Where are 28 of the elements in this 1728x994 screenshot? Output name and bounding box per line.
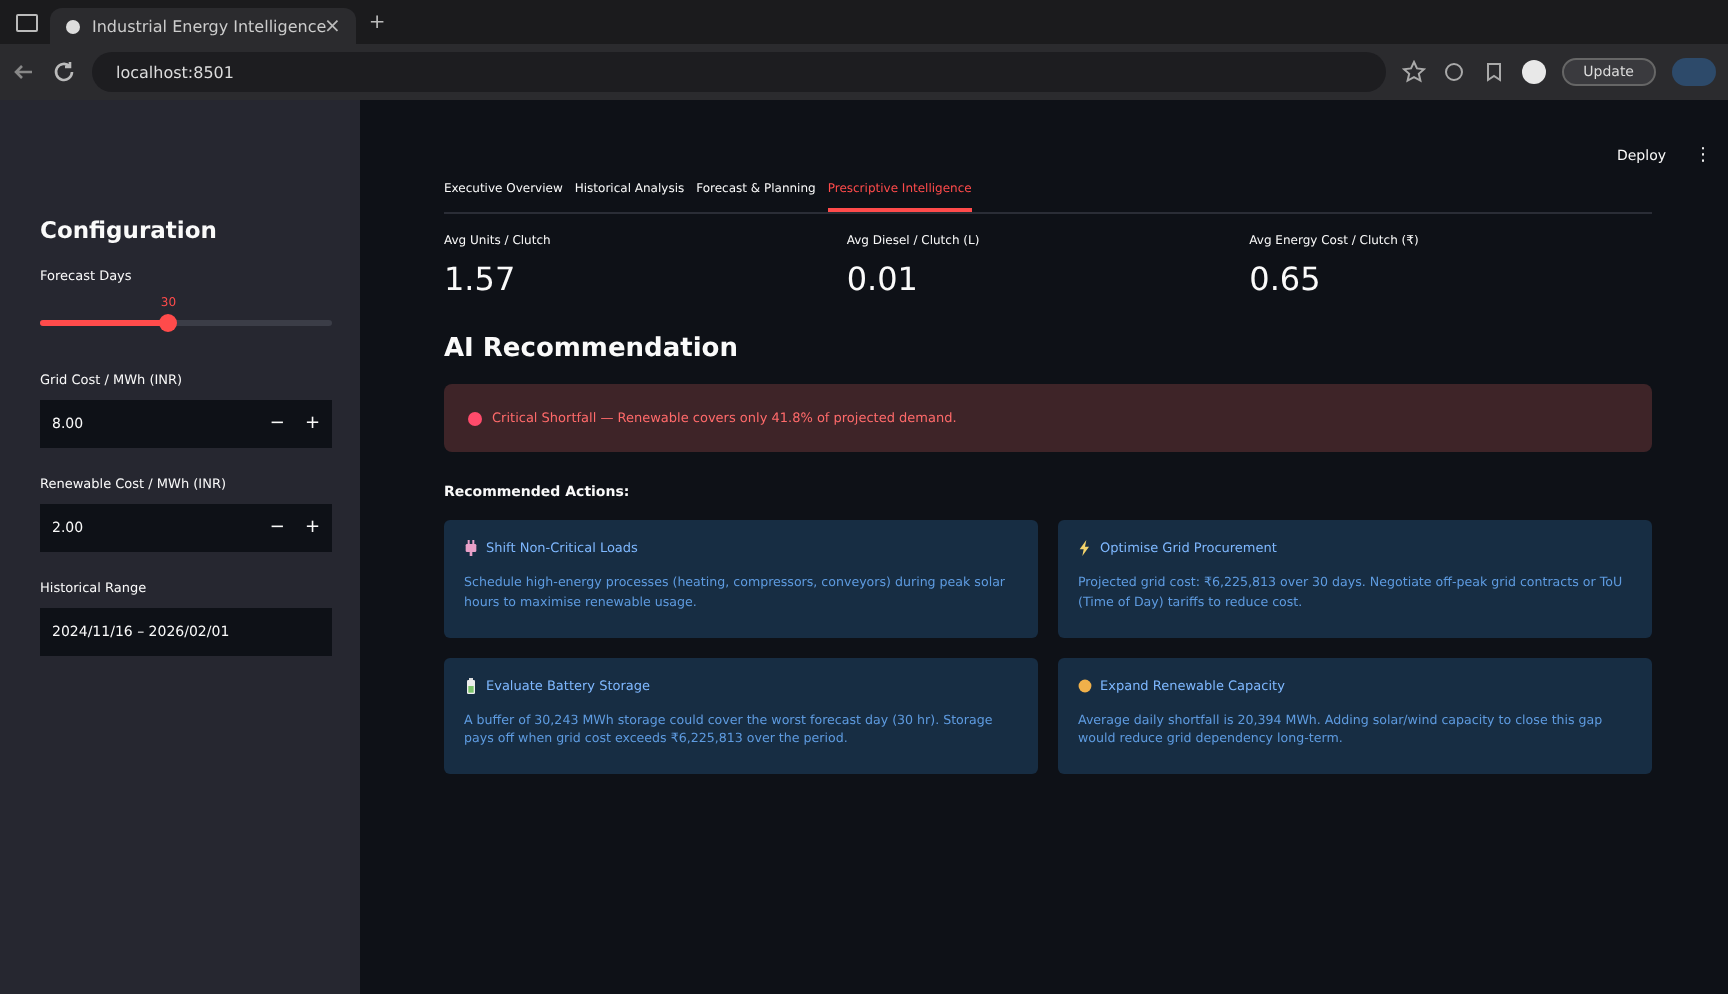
- close-tab-button[interactable]: ×: [324, 15, 341, 37]
- increment-button[interactable]: +: [304, 518, 320, 538]
- section-title: AI Recommendation: [444, 334, 740, 364]
- sidebar-title: Configuration: [40, 216, 219, 244]
- reload-icon[interactable]: [52, 60, 76, 84]
- star-icon[interactable]: [1401, 60, 1426, 84]
- profile-avatar[interactable]: [1521, 60, 1546, 84]
- battery-icon: [464, 677, 478, 693]
- favicon-icon: [66, 19, 80, 33]
- back-icon[interactable]: [12, 60, 36, 84]
- metric-value: 0.65: [1249, 260, 1323, 298]
- window-icon[interactable]: [16, 13, 38, 31]
- menu-button[interactable]: ⋮: [1694, 146, 1712, 166]
- address-bar[interactable]: localhost:8501: [92, 52, 1386, 92]
- new-tab-button[interactable]: +: [368, 11, 386, 33]
- bookmark-icon[interactable]: [1481, 60, 1506, 84]
- decrement-button[interactable]: −: [269, 518, 285, 538]
- sun-icon: [1078, 677, 1092, 693]
- metric-value: 1.57: [444, 260, 518, 298]
- browser-tab[interactable]: Industrial Energy Intelligence×: [50, 8, 357, 44]
- alert-icon: [468, 411, 482, 425]
- lightning-icon: [1078, 540, 1092, 556]
- extension-icon[interactable]: [1441, 60, 1466, 84]
- plug-icon: [464, 540, 478, 556]
- increment-button[interactable]: +: [304, 414, 320, 434]
- slider-thumb[interactable]: [159, 314, 178, 332]
- metric-value: 0.01: [846, 260, 920, 298]
- decrement-button[interactable]: −: [269, 414, 285, 434]
